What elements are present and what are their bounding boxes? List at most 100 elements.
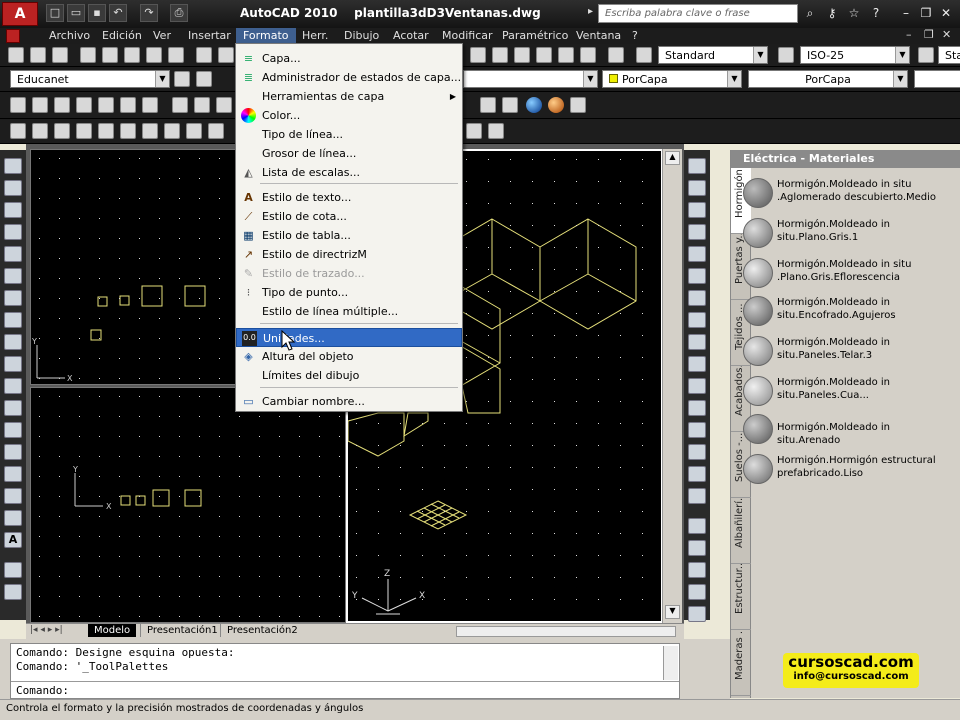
gradient-icon[interactable] <box>4 488 22 504</box>
app-logo-icon[interactable]: A <box>2 2 38 26</box>
pyramid-icon[interactable] <box>142 123 158 139</box>
union-icon[interactable] <box>466 123 482 139</box>
sheetset-icon[interactable] <box>514 47 530 63</box>
tool-icon[interactable] <box>688 518 706 534</box>
layer-properties-icon[interactable] <box>196 71 212 87</box>
menu-archivo[interactable]: Archivo <box>42 28 97 44</box>
arc-icon[interactable] <box>4 268 22 284</box>
star-icon[interactable]: ☆ <box>844 4 864 22</box>
wedge-icon[interactable] <box>32 123 48 139</box>
tool-icon[interactable] <box>54 97 70 113</box>
menu-acotar[interactable]: Acotar <box>386 28 436 44</box>
chamfer-icon[interactable] <box>688 444 706 460</box>
explode-icon[interactable] <box>688 488 706 504</box>
mirror-icon[interactable] <box>688 202 706 218</box>
tool-icon[interactable] <box>120 97 136 113</box>
undo-icon[interactable]: ↶ <box>109 4 127 22</box>
vertical-scrollbar[interactable]: ▲ ▼ <box>662 149 682 623</box>
insert-block-icon[interactable] <box>4 400 22 416</box>
chevron-down-icon[interactable]: ▼ <box>155 71 169 87</box>
material-item[interactable]: Hormigón.Moldeado in situ.Paneles.Telar.… <box>743 334 943 370</box>
doc-minimize-icon[interactable]: – <box>906 28 912 41</box>
menu-item-estilo-tabla[interactable]: ▦ Estilo de tabla... <box>236 226 462 245</box>
3d-dwf-icon[interactable] <box>146 47 162 63</box>
text-style-toolbar-icon[interactable] <box>636 47 652 63</box>
material-item[interactable]: Hormigón.Moldeado in situ .Plano.Gris.Ef… <box>743 256 943 292</box>
tab-presentacion1[interactable]: Presentación1 <box>140 624 224 637</box>
command-prompt[interactable]: Comando: <box>16 684 69 697</box>
move-icon[interactable] <box>688 268 706 284</box>
torus-icon[interactable] <box>120 123 136 139</box>
menu-item-estilo-trazado[interactable]: ✎ Estilo de trazado... <box>236 264 462 283</box>
tool-icon[interactable] <box>10 97 26 113</box>
chevron-down-icon[interactable]: ▼ <box>893 71 907 87</box>
tool-icon[interactable] <box>76 97 92 113</box>
save-icon[interactable]: ▪ <box>88 4 106 22</box>
menu-edicion[interactable]: Edición <box>95 28 149 44</box>
tab-modelo[interactable]: Modelo <box>88 624 137 637</box>
tool-icon[interactable] <box>688 606 706 622</box>
tool-icon[interactable] <box>194 97 210 113</box>
close-icon[interactable]: ✕ <box>936 4 956 22</box>
box-icon[interactable] <box>10 123 26 139</box>
viewport-bottom-left[interactable]: Y X <box>30 387 346 623</box>
menu-herr[interactable]: Herr. <box>295 28 335 44</box>
menu-item-color[interactable]: Color... <box>236 106 462 125</box>
tool-icon[interactable] <box>98 97 114 113</box>
table-style-combo[interactable]: Stan <box>938 46 960 64</box>
open-file-icon[interactable] <box>30 47 46 63</box>
qnew-icon[interactable] <box>8 47 24 63</box>
menu-insertar[interactable]: Insertar <box>181 28 238 44</box>
help-toolbar-icon[interactable] <box>608 47 624 63</box>
menu-help[interactable]: ? <box>625 28 645 44</box>
menu-ventana[interactable]: Ventana <box>569 28 628 44</box>
menu-item-grosor-linea[interactable]: Grosor de línea... <box>236 144 462 163</box>
helix-icon[interactable] <box>164 123 180 139</box>
properties-icon[interactable] <box>580 47 596 63</box>
extrude-icon[interactable] <box>208 123 224 139</box>
array-icon[interactable] <box>688 246 706 262</box>
line-icon[interactable] <box>4 158 22 174</box>
search-input[interactable]: Escriba palabra clave o frase <box>598 4 798 23</box>
point-icon[interactable] <box>4 444 22 460</box>
key-icon[interactable]: ⚷ <box>822 4 842 22</box>
menu-item-estilo-directriz[interactable]: ↗ Estilo de directrizM <box>236 245 462 264</box>
menu-item-estilo-cota[interactable]: ⟋ Estilo de cota... <box>236 207 462 226</box>
material-item[interactable]: Hormigón.Moldeado in situ.Encofrado.Aguj… <box>743 294 943 330</box>
material-item[interactable]: Hormigón.Moldeado in situ.Arenado <box>743 412 943 448</box>
tool-icon[interactable] <box>688 562 706 578</box>
scroll-down-icon[interactable]: ▼ <box>665 605 680 619</box>
realistic-style-icon[interactable] <box>526 97 542 113</box>
lineweight-combo[interactable] <box>914 70 960 88</box>
doc-restore-icon[interactable]: ❐ <box>924 28 934 41</box>
scroll-up-icon[interactable]: ▲ <box>665 151 680 165</box>
calc-icon[interactable] <box>470 47 486 63</box>
material-item[interactable]: Hormigón.Moldeado in situ .Aglomerado de… <box>743 176 943 212</box>
cut-icon[interactable] <box>196 47 212 63</box>
fillet-icon[interactable] <box>688 466 706 482</box>
search-arrow-icon[interactable]: ▸ <box>588 6 593 17</box>
rectangle-icon[interactable] <box>4 246 22 262</box>
mtext-icon[interactable]: A <box>4 532 22 548</box>
construction-line-icon[interactable] <box>4 180 22 196</box>
extend-icon[interactable] <box>688 378 706 394</box>
chevron-down-icon[interactable]: ▼ <box>583 71 597 87</box>
workspace-combo[interactable]: Educanet ▼ <box>10 70 170 88</box>
circle-icon[interactable] <box>4 290 22 306</box>
revcloud-icon[interactable] <box>4 312 22 328</box>
help-icon[interactable]: ? <box>866 4 886 22</box>
offset-icon[interactable] <box>688 224 706 240</box>
preview-icon[interactable] <box>102 47 118 63</box>
menu-item-herramientas-capa[interactable]: Herramientas de capa ▶ <box>236 87 462 106</box>
tool-icon[interactable] <box>688 584 706 600</box>
workspace-settings-icon[interactable] <box>174 71 190 87</box>
menu-item-unidades[interactable]: 0.0 Unidades... <box>236 328 462 347</box>
command-window[interactable]: Comando: Designe esquina opuesta: Comand… <box>10 643 680 699</box>
menu-item-tipo-linea[interactable]: Tipo de línea... <box>236 125 462 144</box>
tool-icon[interactable] <box>216 97 232 113</box>
plot-icon[interactable]: ⎙ <box>170 4 188 22</box>
markup-icon[interactable] <box>536 47 552 63</box>
tool-icon[interactable] <box>4 562 22 578</box>
polygon-icon[interactable] <box>4 224 22 240</box>
erase-icon[interactable] <box>688 158 706 174</box>
